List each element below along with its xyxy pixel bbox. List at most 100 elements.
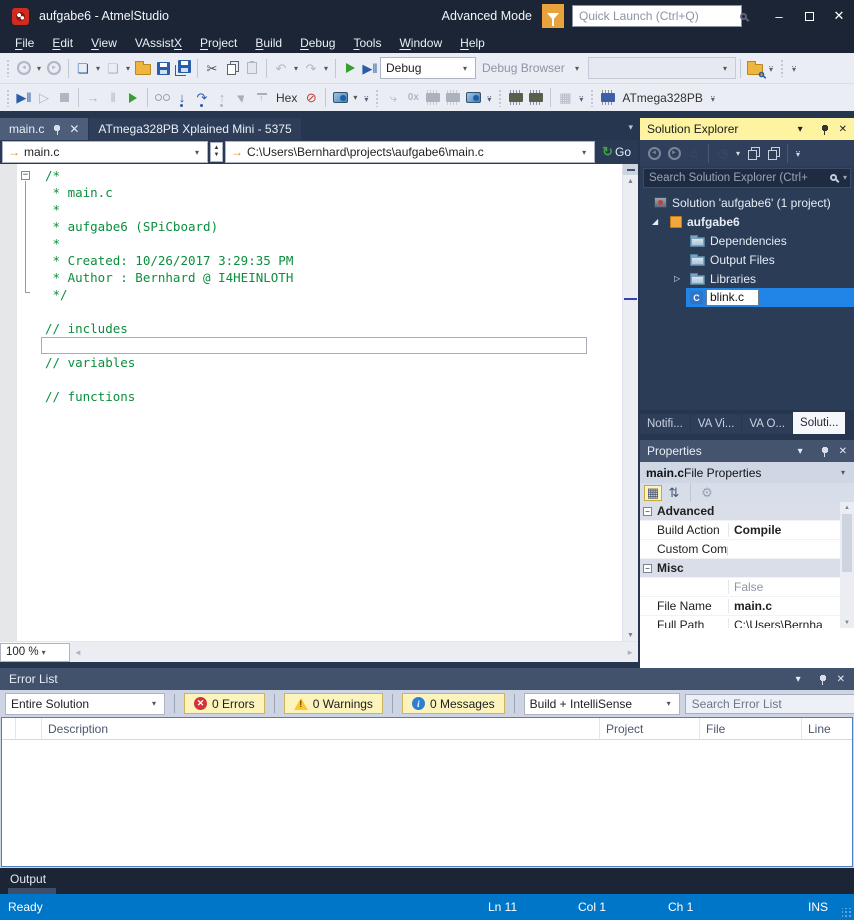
editor-vertical-scrollbar[interactable]: ▲ ▼ bbox=[622, 164, 638, 641]
tree-item-output-files[interactable]: Output Files bbox=[640, 250, 854, 269]
menu-file[interactable]: File bbox=[6, 34, 43, 52]
tree-item-libraries[interactable]: ▷Libraries bbox=[640, 269, 854, 288]
code-line[interactable]: */ bbox=[45, 286, 621, 303]
scroll-down-icon[interactable]: ▼ bbox=[840, 617, 854, 628]
step-into-icon[interactable] bbox=[172, 87, 192, 109]
code-line[interactable]: /* bbox=[45, 167, 621, 184]
code-line[interactable]: // variables bbox=[45, 354, 621, 371]
alphabetical-sort-icon[interactable] bbox=[665, 485, 683, 501]
menu-edit[interactable]: Edit bbox=[43, 34, 82, 52]
jump-icon[interactable] bbox=[383, 87, 403, 109]
fold-collapse-icon[interactable]: − bbox=[21, 171, 30, 180]
save-all-icon[interactable] bbox=[173, 57, 193, 79]
menu-help[interactable]: Help bbox=[451, 34, 494, 52]
open-file-icon[interactable] bbox=[133, 57, 153, 79]
device-view-icon[interactable] bbox=[330, 87, 350, 109]
property-row-custom-compil[interactable]: Custom Compil bbox=[640, 540, 854, 559]
property-value[interactable]: main.c bbox=[728, 599, 840, 613]
errors-filter-button[interactable]: ✕ 0 Errors bbox=[184, 693, 265, 714]
collapsed-icon[interactable]: ▷ bbox=[674, 274, 680, 283]
resize-grip[interactable] bbox=[842, 908, 852, 918]
properties-titlebar[interactable]: Properties ▾ ✕ bbox=[640, 440, 854, 462]
context-spinner[interactable]: ▲▼ bbox=[210, 142, 223, 162]
hex-toggle-button[interactable]: Hex bbox=[272, 91, 301, 105]
run-to-line-icon[interactable] bbox=[252, 87, 272, 109]
device-view-dropdown-icon[interactable] bbox=[350, 87, 360, 109]
menu-project[interactable]: Project bbox=[191, 34, 246, 52]
code-line[interactable]: * Author : Bernhard @ I4HEINLOTH bbox=[45, 269, 621, 286]
solution-search-box[interactable] bbox=[643, 168, 851, 188]
new-project-icon[interactable] bbox=[73, 57, 93, 79]
indicator-margin[interactable] bbox=[0, 164, 17, 641]
scroll-right-icon[interactable]: ► bbox=[626, 648, 634, 657]
grid-view-icon[interactable] bbox=[555, 87, 575, 109]
toolbar-overflow-icon[interactable] bbox=[575, 88, 587, 108]
code-line[interactable]: * aufgabe6 (SPiCboard) bbox=[45, 218, 621, 235]
paste-icon[interactable] bbox=[242, 57, 262, 79]
close-button[interactable]: ✕ bbox=[824, 0, 854, 32]
navigate-forward-icon[interactable] bbox=[44, 57, 64, 79]
error-source-combo[interactable]: Build + IntelliSense bbox=[524, 693, 680, 715]
property-row-full-path[interactable]: Full PathC:\Users\Bernha bbox=[640, 616, 854, 628]
hex-display-icon[interactable]: 0x bbox=[403, 87, 423, 109]
scrollbar-thumb[interactable] bbox=[842, 514, 852, 572]
minimize-button[interactable]: – bbox=[764, 0, 794, 32]
property-category-advanced[interactable]: −Advanced bbox=[640, 502, 854, 521]
toolbar-grip[interactable] bbox=[6, 59, 11, 77]
editor-horizontal-scrollbar[interactable]: ◄ ► bbox=[70, 642, 638, 662]
processor-view-icon[interactable] bbox=[443, 87, 463, 109]
toolbar-grip[interactable] bbox=[498, 89, 503, 107]
filter-dropdown-icon[interactable] bbox=[733, 142, 743, 164]
start-without-debugging-icon[interactable] bbox=[360, 57, 380, 79]
window-position-icon[interactable]: ▾ bbox=[798, 446, 803, 457]
solution-configuration-combo[interactable]: Debug bbox=[380, 57, 476, 79]
toolbar-grip[interactable] bbox=[6, 89, 11, 107]
selected-device-label[interactable]: ATmega328PB bbox=[618, 91, 707, 105]
menu-vassistx[interactable]: VAssistX bbox=[126, 34, 191, 52]
window-position-icon[interactable]: ▾ bbox=[798, 124, 803, 135]
collapse-icon[interactable]: − bbox=[643, 507, 652, 516]
menu-debug[interactable]: Debug bbox=[291, 34, 344, 52]
expanded-icon[interactable]: ◢ bbox=[652, 217, 658, 226]
continue-icon[interactable] bbox=[14, 87, 34, 109]
pin-icon[interactable] bbox=[53, 124, 62, 135]
menu-window[interactable]: Window bbox=[390, 34, 451, 52]
toolbar-overflow-icon[interactable] bbox=[765, 58, 777, 78]
panel-tab-va-o[interactable]: VA O... bbox=[742, 414, 792, 434]
break-all-icon[interactable] bbox=[103, 87, 123, 109]
step-out-icon[interactable] bbox=[212, 87, 232, 109]
tree-item-dependencies[interactable]: Dependencies bbox=[640, 231, 854, 250]
toolbar-overflow-icon[interactable] bbox=[792, 143, 804, 163]
device-programming-icon[interactable] bbox=[506, 87, 526, 109]
go-button[interactable]: ↻ Go bbox=[597, 144, 636, 160]
close-icon[interactable]: ✕ bbox=[839, 446, 847, 457]
toolbar-grip[interactable] bbox=[590, 89, 595, 107]
file-path-combo[interactable]: → C:\Users\Bernhard\projects\aufgabe6\ma… bbox=[225, 141, 595, 163]
code-line[interactable]: * bbox=[45, 235, 621, 252]
menu-view[interactable]: View bbox=[82, 34, 126, 52]
sync-with-active-document-icon[interactable] bbox=[743, 142, 763, 164]
error-scope-combo[interactable]: Entire Solution bbox=[5, 693, 165, 715]
maximize-button[interactable] bbox=[794, 0, 824, 32]
io-view-icon[interactable] bbox=[423, 87, 443, 109]
error-list-body[interactable] bbox=[2, 740, 852, 866]
property-row-build-action[interactable]: Build ActionCompile bbox=[640, 521, 854, 540]
context-combo[interactable]: → main.c bbox=[2, 141, 208, 163]
navigate-back-icon[interactable] bbox=[14, 57, 34, 79]
tree-item-aufgabe6[interactable]: ◢aufgabe6 bbox=[640, 212, 854, 231]
toolbar-grip[interactable] bbox=[375, 89, 380, 107]
toolbar-overflow-icon[interactable] bbox=[483, 88, 495, 108]
profile-filter-button[interactable] bbox=[542, 4, 564, 28]
code-editor[interactable]: /* * main.c * * aufgabe6 (SPiCboard) * *… bbox=[0, 164, 638, 641]
property-value[interactable]: False bbox=[728, 580, 840, 594]
tab-main-c[interactable]: main.c ✕ bbox=[0, 118, 88, 140]
property-value[interactable]: C:\Users\Bernha bbox=[728, 618, 840, 628]
property-value[interactable]: Compile bbox=[728, 523, 840, 537]
run-icon[interactable] bbox=[123, 87, 143, 109]
rename-edit-box[interactable]: blink.c bbox=[706, 289, 759, 306]
restart-icon[interactable] bbox=[83, 87, 103, 109]
output-window-tab[interactable]: Output bbox=[0, 868, 854, 894]
device-tool-icon[interactable] bbox=[526, 87, 546, 109]
pin-icon[interactable] bbox=[812, 446, 830, 457]
scroll-down-icon[interactable]: ▼ bbox=[623, 629, 638, 641]
